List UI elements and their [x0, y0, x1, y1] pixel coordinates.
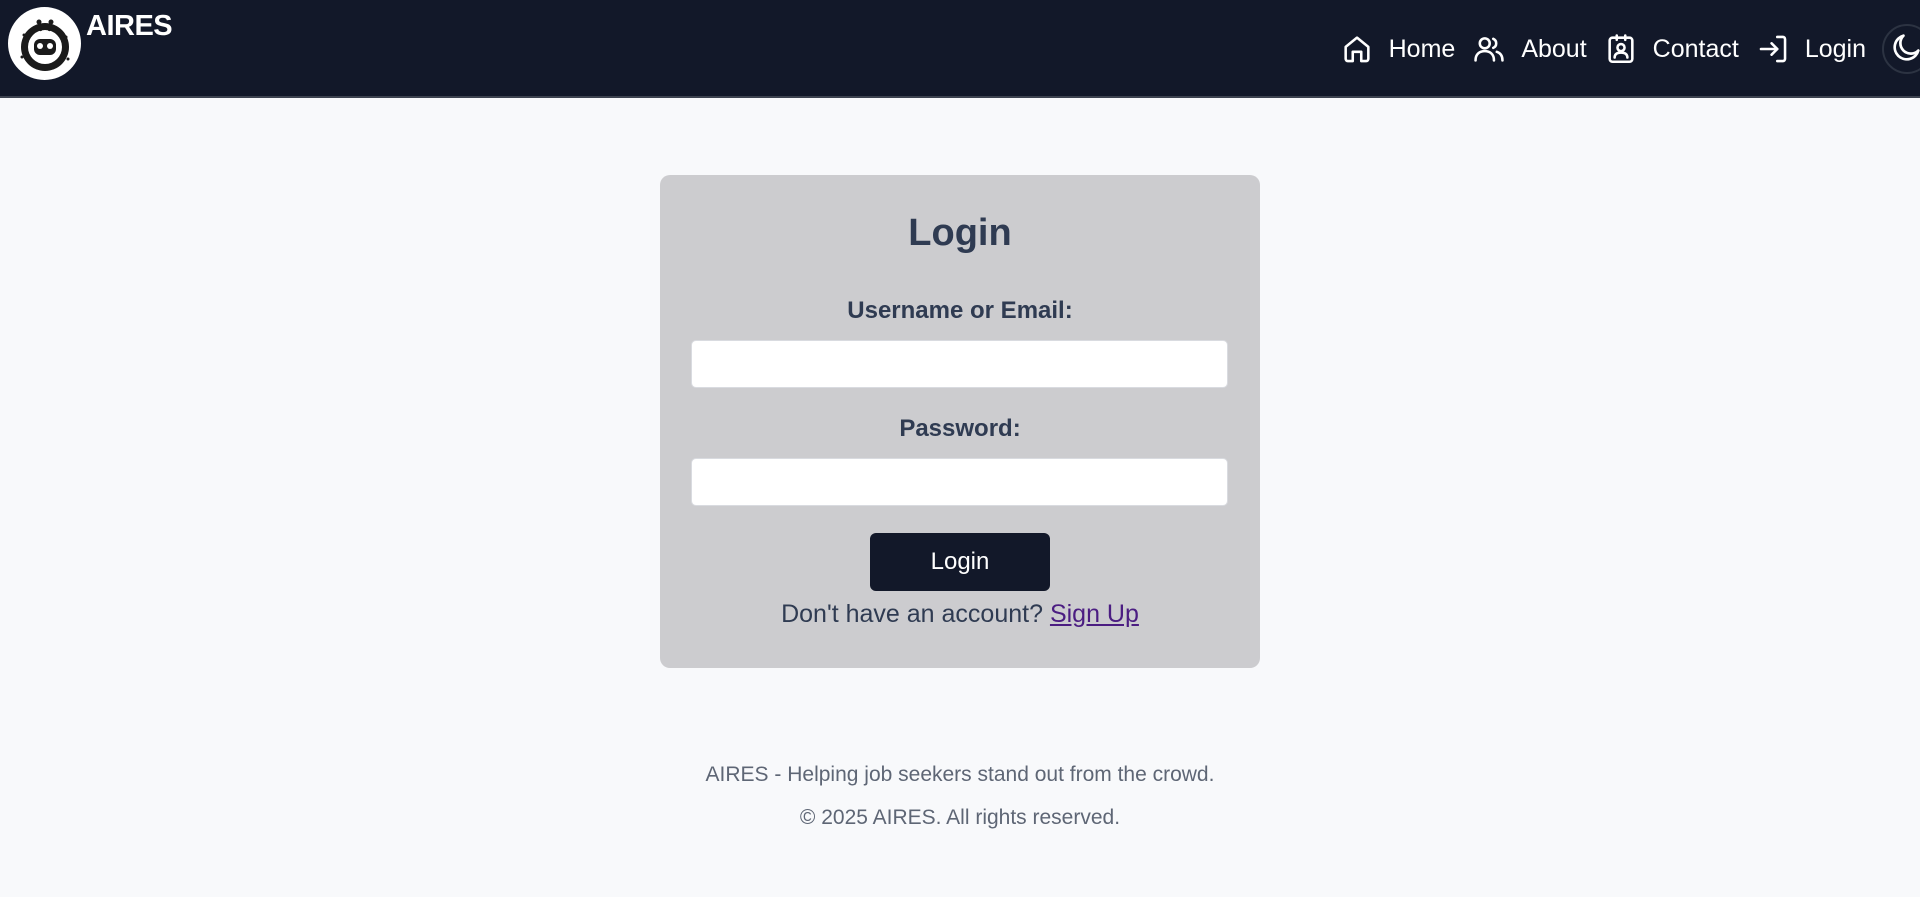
- nav-item-about[interactable]: About: [1471, 31, 1587, 67]
- contact-card-icon: [1603, 31, 1639, 67]
- signup-line: Don't have an account? Sign Up: [660, 600, 1260, 629]
- sign-in-icon: [1755, 31, 1791, 67]
- nav-item-contact-label: Contact: [1652, 34, 1739, 63]
- home-icon: [1339, 31, 1375, 67]
- login-title: Login: [908, 212, 1012, 254]
- nav-item-contact[interactable]: Contact: [1603, 31, 1739, 67]
- moon-icon: [1890, 30, 1920, 69]
- brand[interactable]: AIRES: [8, 7, 173, 80]
- login-card: Login Username or Email: Password: Login…: [660, 175, 1260, 668]
- password-label: Password:: [899, 415, 1021, 442]
- nav-item-login-label: Login: [1804, 34, 1866, 63]
- nav-item-login[interactable]: Login: [1755, 31, 1866, 67]
- users-icon: [1471, 31, 1507, 67]
- nav-item-home[interactable]: Home: [1339, 31, 1456, 67]
- theme-toggle-button[interactable]: [1882, 24, 1920, 74]
- nav-item-home-label: Home: [1388, 34, 1456, 63]
- signup-prompt: Don't have an account?: [781, 600, 1043, 628]
- nav-links: Home About Contact Login: [1339, 0, 1920, 98]
- footer: AIRES - Helping job seekers stand out fr…: [0, 763, 1920, 849]
- username-input[interactable]: [691, 340, 1228, 388]
- footer-copyright: © 2025 AIRES. All rights reserved.: [799, 806, 1121, 829]
- footer-tagline: AIRES - Helping job seekers stand out fr…: [705, 763, 1215, 786]
- nav-item-about-label: About: [1521, 34, 1587, 63]
- username-label: Username or Email:: [847, 297, 1073, 324]
- signup-link[interactable]: Sign Up: [1050, 600, 1139, 628]
- brand-name[interactable]: AIRES: [86, 10, 173, 43]
- navbar: AIRES Home About Contact Login: [0, 0, 1920, 98]
- password-input[interactable]: [691, 458, 1228, 506]
- robot-logo-icon[interactable]: [8, 7, 81, 80]
- login-submit-button[interactable]: Login: [870, 533, 1050, 591]
